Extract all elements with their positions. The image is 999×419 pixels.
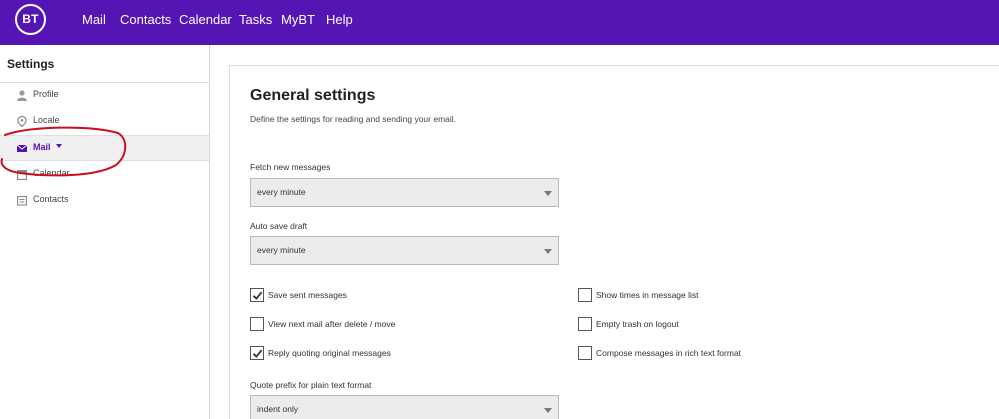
sidebar-item-label: Calendar	[33, 168, 70, 178]
bt-logo[interactable]: BT	[15, 4, 46, 35]
sidebar-item-mail[interactable]: Mail	[0, 135, 209, 161]
page-title: General settings	[250, 87, 376, 104]
nav-mybt[interactable]: MyBT	[281, 12, 315, 27]
dropdown-arrow-icon	[544, 191, 552, 196]
sidebar-item-label: Contacts	[33, 194, 69, 204]
checkmark-icon	[252, 291, 263, 300]
checkbox-label: Compose messages in rich text format	[596, 348, 742, 358]
quote-prefix-value: indent only	[257, 404, 299, 414]
sidebar-item-label: Profile	[33, 89, 59, 99]
sidebar-item-calendar[interactable]: Calendar	[0, 162, 209, 188]
envelope-icon	[17, 144, 27, 152]
fetch-messages-label: Fetch new messages	[250, 162, 331, 172]
logo-text: BT	[22, 12, 39, 26]
checkbox-unchecked[interactable]	[578, 346, 592, 360]
sidebar-item-locale[interactable]: Locale	[0, 109, 209, 135]
checkbox-unchecked[interactable]	[250, 317, 264, 331]
sidebar-item-contacts[interactable]: Contacts	[0, 188, 209, 214]
nav-help[interactable]: Help	[326, 12, 353, 27]
checkbox-checked[interactable]	[250, 346, 264, 360]
dropdown-arrow-icon	[544, 249, 552, 254]
checkbox-label: Reply quoting original messages	[268, 348, 391, 358]
nav-calendar[interactable]: Calendar	[179, 12, 232, 27]
checkbox-label: Save sent messages	[268, 290, 347, 300]
checkbox-checked[interactable]	[250, 288, 264, 302]
location-pin-icon	[17, 116, 27, 127]
checkbox-label: Show times in message list	[596, 290, 699, 300]
quote-prefix-label: Quote prefix for plain text format	[250, 380, 372, 390]
auto-save-draft-select[interactable]: every minute	[250, 236, 559, 265]
auto-save-draft-label: Auto save draft	[250, 221, 308, 231]
dropdown-arrow-icon	[544, 408, 552, 413]
person-icon	[17, 90, 27, 101]
chevron-down-icon[interactable]	[56, 144, 62, 148]
sidebar-item-label: Locale	[33, 115, 60, 125]
nav-mail[interactable]: Mail	[82, 12, 106, 27]
general-settings-panel: General settings Define the settings for…	[229, 65, 999, 419]
page-subtitle: Define the settings for reading and send…	[250, 114, 457, 124]
calendar-icon	[17, 170, 27, 180]
checkbox-unchecked[interactable]	[578, 288, 592, 302]
sidebar-title: Settings	[7, 57, 55, 71]
checkbox-label: View next mail after delete / move	[268, 319, 396, 329]
sidebar-item-profile[interactable]: Profile	[0, 83, 209, 109]
top-navigation-bar: BT Mail Contacts Calendar Tasks MyBT Hel…	[0, 0, 999, 45]
contacts-card-icon	[17, 196, 27, 206]
quote-prefix-select[interactable]: indent only	[250, 395, 559, 419]
fetch-messages-select[interactable]: every minute	[250, 178, 559, 207]
nav-contacts[interactable]: Contacts	[120, 12, 171, 27]
settings-sidebar: Settings Profile Locale Mail Calendar Co…	[0, 45, 210, 419]
nav-tasks[interactable]: Tasks	[239, 12, 272, 27]
checkmark-icon	[252, 349, 263, 358]
fetch-messages-value: every minute	[257, 187, 306, 197]
auto-save-draft-value: every minute	[257, 245, 306, 255]
checkbox-label: Empty trash on logout	[596, 319, 679, 329]
sidebar-item-label: Mail	[33, 142, 51, 152]
checkbox-unchecked[interactable]	[578, 317, 592, 331]
